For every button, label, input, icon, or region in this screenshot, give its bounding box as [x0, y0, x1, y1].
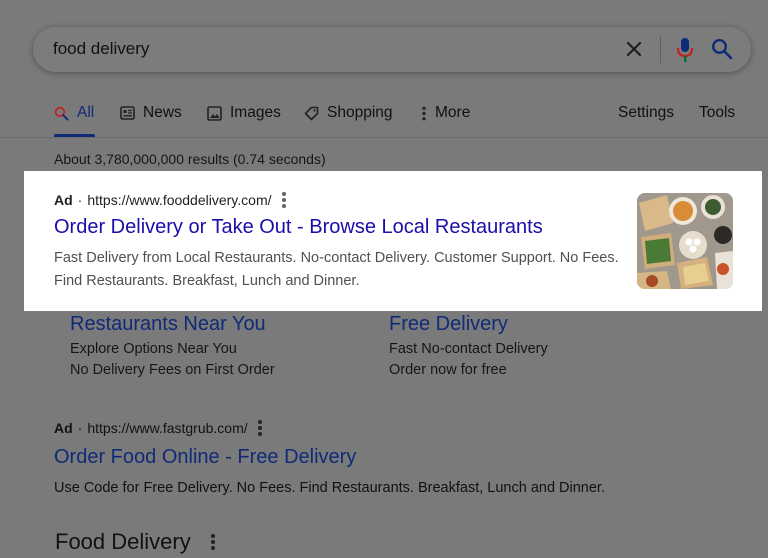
- food-thumbnail-image[interactable]: [637, 193, 733, 289]
- sitelink-line: No Delivery Fees on First Order: [70, 362, 275, 378]
- ad-title-link[interactable]: Order Food Online - Free Delivery: [54, 446, 356, 469]
- sitelink-line: Explore Options Near You: [70, 341, 237, 357]
- ad-url-line: Ad · https://www.fastgrub.com/: [54, 420, 262, 436]
- more-options-icon[interactable]: [257, 420, 262, 436]
- ad-result-highlighted: Ad · https://www.fooddelivery.com/ Order…: [24, 171, 762, 311]
- close-icon[interactable]: [624, 39, 644, 59]
- search-box[interactable]: food delivery: [33, 27, 751, 72]
- ad-title-link[interactable]: Order Delivery or Take Out - Browse Loca…: [54, 216, 543, 239]
- ad-result: Ad · https://www.fastgrub.com/: [54, 420, 262, 436]
- tools-link[interactable]: Tools: [699, 104, 735, 122]
- ad-description-line: Fast Delivery from Local Restaurants. No…: [54, 250, 619, 266]
- ad-badge: Ad: [54, 192, 73, 208]
- section-heading-text: Food Delivery: [55, 529, 191, 554]
- sitelink: Restaurants Near You Explore Options Nea…: [70, 313, 275, 378]
- tabs-divider: [0, 137, 768, 138]
- ad-description: Use Code for Free Delivery. No Fees. Fin…: [54, 480, 605, 496]
- ad-url-line: Ad · https://www.fooddelivery.com/: [54, 192, 286, 208]
- more-options-icon[interactable]: [281, 192, 286, 208]
- ad-description: Fast Delivery from Local Restaurants. No…: [54, 247, 624, 293]
- result-stats: About 3,780,000,000 results (0.74 second…: [54, 151, 326, 167]
- more-vert-icon: [422, 106, 426, 120]
- ad-url[interactable]: https://www.fastgrub.com/: [87, 420, 247, 436]
- ad-separator: ·: [77, 420, 83, 436]
- tab-news[interactable]: News: [120, 104, 182, 122]
- sitelink-line: Order now for free: [389, 362, 507, 378]
- ad-description-line: Find Restaurants. Breakfast, Lunch and D…: [54, 273, 360, 289]
- sitelink: Free Delivery Fast No-contact Delivery O…: [389, 313, 548, 378]
- sitelink-title[interactable]: Free Delivery: [389, 313, 548, 336]
- ad-separator: ·: [77, 192, 83, 208]
- tab-images[interactable]: Images: [207, 104, 281, 122]
- tab-all-label: All: [77, 104, 95, 121]
- tag-icon: [304, 106, 319, 120]
- tab-more-label: More: [435, 104, 471, 121]
- more-options-icon[interactable]: [210, 534, 215, 550]
- section-heading: Food Delivery: [55, 529, 215, 555]
- mic-icon[interactable]: [676, 37, 694, 63]
- tab-more[interactable]: More: [421, 104, 470, 122]
- images-icon: [207, 105, 222, 121]
- search-icon: [54, 106, 69, 121]
- sitelink-title[interactable]: Restaurants Near You: [70, 313, 275, 336]
- sitelink-line: Fast No-contact Delivery: [389, 341, 548, 357]
- search-icon[interactable]: [710, 37, 734, 61]
- tab-shopping-label: Shopping: [327, 104, 393, 121]
- search-input[interactable]: food delivery: [53, 39, 149, 59]
- tab-shopping[interactable]: Shopping: [304, 104, 393, 122]
- tab-images-label: Images: [230, 104, 281, 121]
- settings-link[interactable]: Settings: [618, 104, 674, 122]
- search-divider: [660, 36, 661, 63]
- tab-all[interactable]: All: [54, 104, 94, 122]
- news-icon: [120, 106, 135, 120]
- tab-news-label: News: [143, 104, 182, 121]
- ad-badge: Ad: [54, 420, 73, 436]
- ad-url[interactable]: https://www.fooddelivery.com/: [87, 192, 271, 208]
